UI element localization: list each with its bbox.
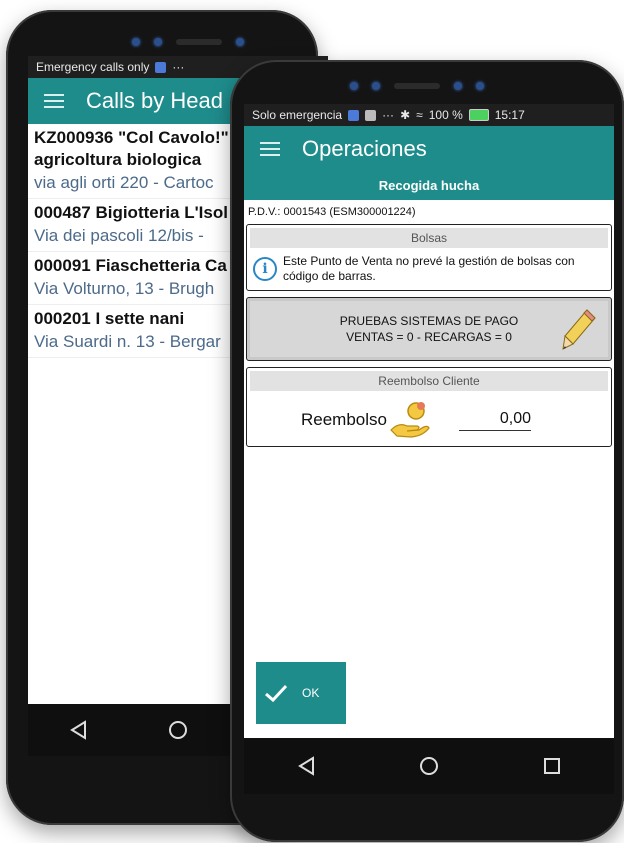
bags-info-row: i Este Punto de Venta no prevé la gestió… bbox=[247, 251, 611, 290]
front-app-bar: Operaciones bbox=[244, 126, 614, 172]
page-title: Operaciones bbox=[302, 136, 427, 161]
front-nav-bar bbox=[244, 738, 614, 794]
front-phone: Solo emergencia ··· ✱ ≈ 100 % 15:17 Oper… bbox=[230, 60, 624, 842]
refund-row: Reembolso 0,00 bbox=[247, 394, 611, 446]
pencil-icon bbox=[562, 309, 596, 350]
coin-hand-icon bbox=[390, 402, 430, 438]
front-status-bar: Solo emergencia ··· ✱ ≈ 100 % 15:17 bbox=[244, 104, 614, 126]
back-status-extra: ··· bbox=[172, 60, 185, 74]
battery-icon bbox=[468, 109, 489, 121]
pdv-label: P.D.V.: 0001543 (ESM300001224) bbox=[248, 206, 416, 218]
front-status-extra: ··· bbox=[382, 108, 395, 122]
front-phone-notch bbox=[350, 82, 484, 90]
back-icon[interactable] bbox=[292, 752, 320, 780]
payment-line1: PRUEBAS SISTEMAS DE PAGO bbox=[339, 314, 519, 328]
refund-amount-field[interactable]: 0,00 bbox=[459, 410, 531, 431]
front-phone-screen: Solo emergencia ··· ✱ ≈ 100 % 15:17 Oper… bbox=[244, 104, 614, 794]
menu-icon[interactable] bbox=[260, 142, 280, 156]
back-app-title: Calls by Head bbox=[86, 88, 223, 113]
bags-header: Bolsas bbox=[250, 228, 608, 248]
refund-panel: Reembolso Cliente Reembolso 0,00 bbox=[246, 367, 612, 447]
image-icon bbox=[365, 109, 377, 121]
back-icon[interactable] bbox=[64, 716, 92, 744]
wifi-icon: ≈ bbox=[416, 108, 423, 122]
clock: 15:17 bbox=[494, 108, 525, 122]
check-icon bbox=[265, 684, 288, 703]
ok-label: OK bbox=[302, 686, 320, 700]
bags-panel: Bolsas i Este Punto de Venta no prevé la… bbox=[246, 224, 612, 291]
payment-systems-button[interactable]: PRUEBAS SISTEMAS DE PAGO VENTAS = 0 - RE… bbox=[246, 297, 612, 361]
notification-icon bbox=[348, 109, 360, 121]
home-icon[interactable] bbox=[415, 752, 443, 780]
refund-header: Reembolso Cliente bbox=[250, 371, 608, 391]
home-icon[interactable] bbox=[164, 716, 192, 744]
refund-label: Reembolso bbox=[301, 410, 387, 429]
payment-line2: VENTAS = 0 - RECARGAS = 0 bbox=[346, 330, 512, 344]
payment-systems-content: PRUEBAS SISTEMAS DE PAGO VENTAS = 0 - RE… bbox=[250, 301, 608, 357]
menu-icon[interactable] bbox=[44, 94, 64, 108]
back-phone-notch bbox=[132, 38, 244, 46]
info-icon: i bbox=[253, 257, 277, 281]
battery-percent: 100 % bbox=[428, 108, 463, 122]
bags-info-text: Este Punto de Venta no prevé la gestión … bbox=[283, 254, 575, 283]
back-status-text: Emergency calls only bbox=[36, 60, 150, 74]
ok-button[interactable]: OK bbox=[256, 662, 346, 724]
front-status-text: Solo emergencia bbox=[252, 108, 343, 122]
notification-icon bbox=[155, 61, 167, 73]
bluetooth-icon: ✱ bbox=[400, 108, 411, 122]
recents-icon[interactable] bbox=[538, 752, 566, 780]
section-title: Recogida hucha bbox=[244, 172, 614, 200]
